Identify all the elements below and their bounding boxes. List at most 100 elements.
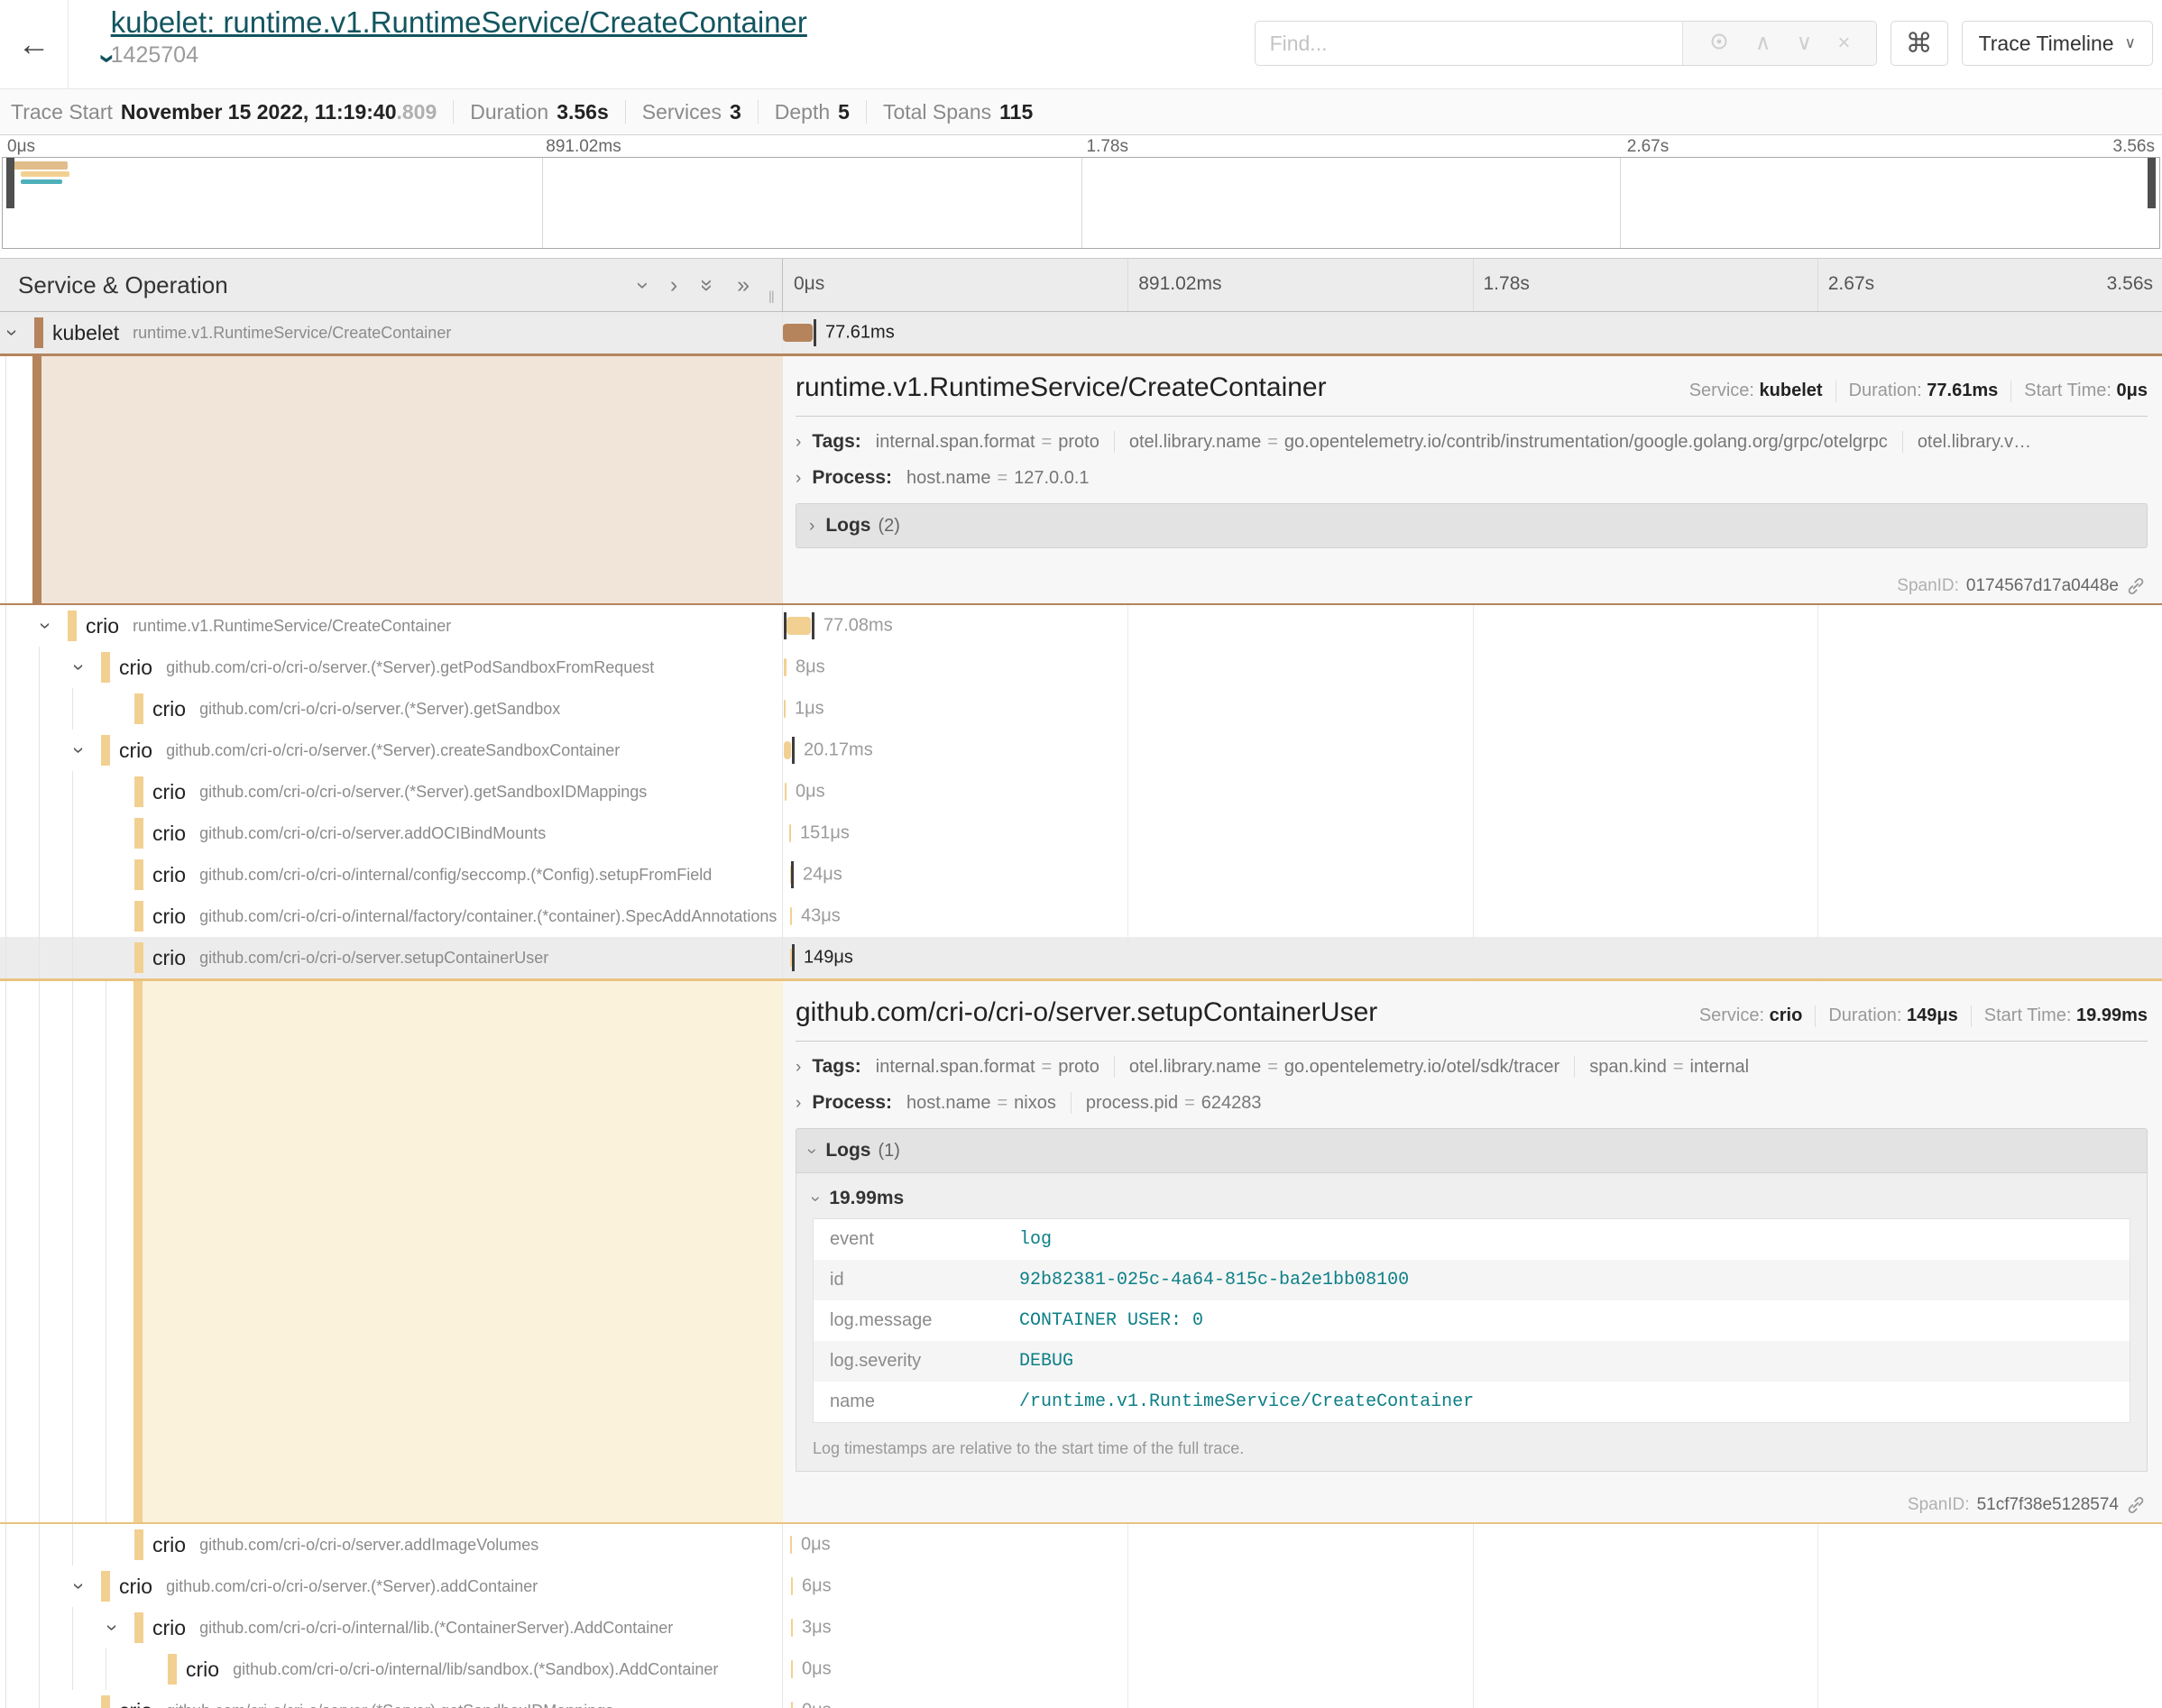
minimap-left-handle[interactable]: [6, 158, 14, 208]
find-box: ∧ ∨ ×: [1255, 21, 1877, 66]
log-field-value: DEBUG: [1019, 1351, 1073, 1372]
tree-rail: [39, 647, 40, 688]
log-field-row: log.severityDEBUG: [814, 1341, 2130, 1382]
span-expand-chevron-icon[interactable]: ›: [102, 1624, 123, 1631]
span-expand-chevron-icon[interactable]: ›: [69, 1583, 89, 1590]
trace-title-link[interactable]: kubelet: runtime.v1.RuntimeService/Creat…: [111, 5, 807, 40]
span-row-timeline-cell[interactable]: 0μs: [783, 1648, 2162, 1690]
timeline-gridline: [1473, 771, 1474, 813]
chevron-right-icon: ›: [796, 470, 801, 487]
tree-rail: [39, 1566, 40, 1607]
tag-item: process.pid=624283: [1086, 1093, 1262, 1114]
span-row-timeline-cell[interactable]: 1μs: [783, 688, 2162, 730]
span-expand-chevron-icon[interactable]: ›: [69, 664, 89, 671]
tag-key: internal.span.format: [876, 1057, 1035, 1078]
span-row[interactable]: › criogithub.com/cri-o/cri-o/server.(*Ser…: [0, 1566, 2162, 1607]
span-row-timeline-cell[interactable]: 6μs: [783, 1566, 2162, 1607]
logs-accordion[interactable]: › Logs (2): [796, 503, 2148, 548]
span-row-timeline-cell[interactable]: 0μs: [783, 771, 2162, 813]
timeline-tick-label: 1.78s: [1484, 273, 1530, 295]
tree-rail: [39, 771, 40, 813]
timeline-column-header: Service & Operation › › » » ‖ 0μs891.02m…: [0, 258, 2162, 312]
span-row[interactable]: criogithub.com/cri-o/cri-o/internal/lib/…: [0, 1648, 2162, 1690]
span-row-timeline-cell[interactable]: 149μs: [783, 937, 2162, 978]
tag-separator: [1114, 1056, 1115, 1078]
tags-accordion[interactable]: › Tags: internal.span.format=protootel.l…: [796, 1056, 2148, 1078]
span-row[interactable]: ›criogithub.com/cri-o/cri-o/server.(*Ser…: [0, 730, 2162, 771]
log-field-row: log.messageCONTAINER USER: 0: [814, 1300, 2130, 1341]
find-input[interactable]: [1256, 22, 1682, 65]
tag-item: span.kind=internal: [1589, 1057, 1749, 1078]
tag-item: otel.library.v…: [1918, 432, 2031, 453]
log-entry-accordion[interactable]: › 19.99ms: [809, 1179, 2134, 1218]
span-row-labels: criogithub.com/cri-o/cri-o/server.(*Serv…: [119, 1566, 538, 1607]
span-row[interactable]: criogithub.com/cri-o/cri-o/server.addOCI…: [0, 813, 2162, 854]
back-arrow-icon: ←: [18, 25, 51, 63]
service-name: crio: [119, 739, 152, 763]
span-row[interactable]: criogithub.com/cri-o/cri-o/server.setupC…: [0, 937, 2162, 978]
timeline-gridline: [1127, 647, 1128, 688]
span-row-timeline-cell[interactable]: 3μs: [783, 1607, 2162, 1648]
span-expand-chevron-icon[interactable]: ›: [35, 622, 56, 629]
column-splitter-grip[interactable]: ‖: [768, 289, 775, 308]
link-icon[interactable]: [2126, 576, 2146, 596]
span-row-timeline-cell[interactable]: 77.61ms: [783, 312, 2162, 354]
span-row[interactable]: criogithub.com/cri-o/cri-o/server.(*Serv…: [0, 688, 2162, 730]
span-row-timeline-cell[interactable]: 0μs: [783, 1690, 2162, 1708]
span-duration-bar: [783, 324, 813, 342]
span-row[interactable]: ›kubeletruntime.v1.RuntimeService/Create…: [0, 312, 2162, 354]
span-row[interactable]: criogithub.com/cri-o/cri-o/internal/conf…: [0, 854, 2162, 895]
trace-view-selector[interactable]: Trace Timeline ∨: [1962, 21, 2153, 66]
span-row[interactable]: criogithub.com/cri-o/cri-o/server.(*Serv…: [0, 1690, 2162, 1708]
span-expand-chevron-icon[interactable]: ›: [69, 747, 89, 754]
operation-name: github.com/cri-o/cri-o/server.(*Server).…: [166, 1577, 538, 1596]
expand-one-icon[interactable]: ›: [670, 274, 677, 297]
span-row[interactable]: ›criogithub.com/cri-o/cri-o/internal/lib…: [0, 1607, 2162, 1648]
trace-collapse-chevron-icon[interactable]: ›: [63, 54, 123, 64]
tree-rail: [5, 1648, 6, 1690]
tag-key: otel.library.v…: [1918, 432, 2031, 453]
service-color-bar: [134, 1529, 143, 1560]
span-row[interactable]: ›criogithub.com/cri-o/cri-o/server.(*Ser…: [0, 647, 2162, 688]
link-icon[interactable]: [2126, 1495, 2146, 1515]
span-row-timeline-cell[interactable]: 43μs: [783, 895, 2162, 937]
span-expand-chevron-icon[interactable]: ›: [2, 329, 23, 336]
timeline-gridline: [1817, 1690, 1818, 1708]
span-row[interactable]: criogithub.com/cri-o/cri-o/internal/fact…: [0, 895, 2162, 937]
span-row-timeline-cell[interactable]: 151μs: [783, 813, 2162, 854]
span-row-labels: criogithub.com/cri-o/cri-o/server.addIma…: [152, 1524, 538, 1566]
span-row[interactable]: ›crioruntime.v1.RuntimeService/CreateCon…: [0, 605, 2162, 647]
span-row-timeline-cell[interactable]: 24μs: [783, 854, 2162, 895]
collapse-one-icon[interactable]: ›: [631, 281, 654, 289]
logs-accordion[interactable]: › Logs (1): [796, 1128, 2148, 1173]
span-id-label: SpanID:: [1908, 1495, 1970, 1515]
timeline-tick-label: 891.02ms: [546, 137, 621, 157]
span-row-timeline-cell[interactable]: 0μs: [783, 1524, 2162, 1566]
span-row-timeline-cell[interactable]: 20.17ms: [783, 730, 2162, 771]
summary-separator: [758, 100, 759, 124]
span-row[interactable]: criogithub.com/cri-o/cri-o/server.addIma…: [0, 1524, 2162, 1566]
span-row-timeline-cell[interactable]: 8μs: [783, 647, 2162, 688]
span-row-timeline-cell[interactable]: 77.08ms: [783, 605, 2162, 647]
focus-match-icon[interactable]: [1708, 31, 1730, 57]
timeline-gridline: [1473, 813, 1474, 854]
back-button[interactable]: ←: [0, 0, 69, 88]
span-row[interactable]: criogithub.com/cri-o/cri-o/server.(*Serv…: [0, 771, 2162, 813]
process-accordion[interactable]: › Process: host.name=127.0.0.1: [796, 467, 2148, 489]
process-accordion[interactable]: › Process: host.name=nixosprocess.pid=62…: [796, 1092, 2148, 1114]
tick-divider: [1817, 259, 1818, 311]
collapse-all-icon[interactable]: »: [696, 279, 719, 291]
log-field-key: id: [814, 1270, 1019, 1290]
find-next-icon[interactable]: ∨: [1797, 32, 1813, 54]
find-clear-icon[interactable]: ×: [1837, 32, 1850, 54]
minimap-right-handle[interactable]: [2148, 158, 2156, 208]
minimap-ticks: 0μs891.02ms1.78s2.67s3.56s: [0, 135, 2162, 157]
minimap-canvas[interactable]: [2, 157, 2160, 249]
expand-all-icon[interactable]: »: [737, 274, 750, 297]
tree-rail: [39, 854, 40, 895]
keyboard-shortcuts-button[interactable]: ⌘: [1891, 21, 1948, 66]
tags-accordion[interactable]: › Tags: internal.span.format=protootel.l…: [796, 431, 2148, 453]
tree-rail: [72, 1607, 73, 1648]
find-prev-icon[interactable]: ∧: [1755, 32, 1771, 54]
tree-rail: [5, 1607, 6, 1648]
